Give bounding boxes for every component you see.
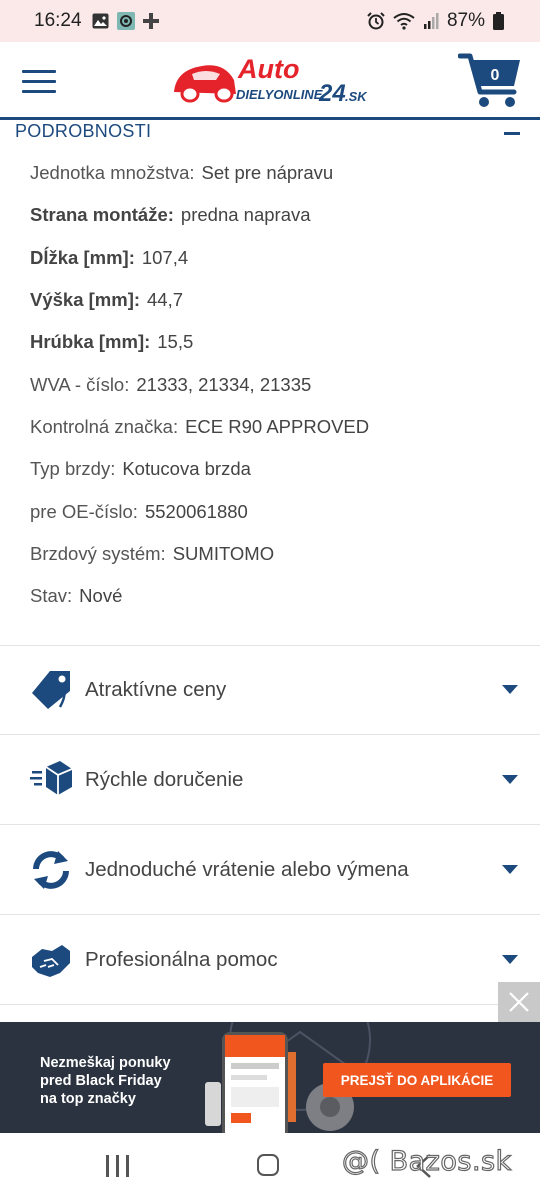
gallery-icon [92,13,109,29]
ad-banner[interactable]: Nezmeškaj ponuky pred Black Friday na to… [0,1022,540,1133]
ad-text-line: na top značky [40,1091,136,1107]
spec-value: Kotucova brzda [122,458,251,480]
spec-row: Strana montáže: predna naprava [30,194,520,236]
spec-row: pre OE-číslo: 5520061880 [30,490,520,532]
ad-cta-button[interactable]: PREJSŤ DO APLIKÁCIE [323,1063,511,1097]
spec-label: Jednotka množstva: [30,162,195,184]
notification-icons [92,12,159,30]
spec-label: Stav: [30,585,73,607]
status-bar-right: 87% [367,10,504,32]
spec-label: Strana montáže: [30,204,174,226]
feature-professional-help[interactable]: Profesionálna pomoc [0,915,540,1004]
ad-text-line: pred Black Friday [40,1073,162,1089]
spec-label: WVA - číslo: [30,373,130,395]
feature-easy-returns[interactable]: Jednoduché vrátenie alebo výmena [0,825,540,914]
spec-row: Stav: Nové [30,575,520,617]
chevron-down-icon [502,775,518,784]
logo-auto: Auto [237,54,299,84]
menu-button[interactable] [22,70,56,94]
spec-row: Dĺžka [mm]: 107,4 [30,237,520,279]
spec-value: 21333, 21334, 21335 [136,373,312,395]
spec-row: Hrúbka [mm]: 15,5 [30,321,520,363]
wifi-icon [393,13,415,30]
battery-percent: 87% [446,10,485,31]
ad-phone-image [222,1032,288,1133]
spec-value: 5520061880 [144,500,248,522]
ad-text: Nezmeškaj ponuky pred Black Friday na to… [40,1054,210,1108]
logo-dielyonline: DIELYONLINE [236,87,323,102]
screen-record-icon [116,12,135,30]
chevron-down-icon [502,955,518,964]
site-header: Auto DIELYONLINE 24 .SK 0 [0,42,540,120]
logo-24: 24 [318,80,346,107]
feature-label: Jednoduché vrátenie alebo výmena [85,857,409,881]
feature-label: Atraktívne ceny [85,677,227,701]
spec-label: pre OE-číslo: [30,500,138,522]
spec-label: Typ brzdy: [30,458,116,480]
spec-value: 15,5 [157,331,194,353]
spec-value: SUMITOMO [172,542,275,564]
spec-row: Výška [mm]: 44,7 [30,279,520,321]
spec-row: Kontrolná značka: ECE R90 APPROVED [30,406,520,448]
collapse-icon[interactable] [504,132,520,135]
recent-apps-line [126,1155,129,1177]
spec-row: Typ brzdy: Kotucova brzda [30,448,520,490]
menu-line [22,70,56,73]
details-title: PODROBNOSTI [15,121,152,141]
plus-icon [142,13,159,29]
feature-label: Profesionálna pomoc [85,947,278,971]
handshake-icon [32,944,70,977]
site-logo[interactable]: Auto DIELYONLINE 24 .SK [172,52,368,108]
spec-value: 44,7 [147,289,184,311]
spec-label: Kontrolná značka: [30,415,179,437]
spec-row: Jednotka množstva: Set pre nápravu [30,152,520,194]
spec-label: Dĺžka [mm]: [30,246,135,268]
status-bar-left: 16:24 [34,10,159,32]
menu-line [22,90,56,93]
spec-list: Jednotka množstva: Set pre nápravu Strana … [30,152,520,617]
alarm-icon [367,12,385,30]
close-icon [509,992,529,1012]
clock: 16:24 [34,10,82,31]
spec-label: Brzdový systém: [30,542,166,564]
menu-line [22,80,56,83]
watermark: @( Bazos.sk [341,1145,512,1177]
spec-row: WVA - číslo: 21333, 21334, 21335 [30,363,520,405]
chevron-down-icon [502,865,518,874]
feature-attractive-prices[interactable]: Atraktívne ceny [0,645,540,734]
signal-icon [423,13,439,29]
details-header[interactable]: PODROBNOSTI [0,120,540,150]
ad-app-screen [225,1035,285,1123]
spec-value: predna naprava [180,204,311,226]
status-bar: 16:24 87% [0,0,540,42]
spec-value: 107,4 [141,246,189,268]
spec-value: ECE R90 APPROVED [185,415,370,437]
exchange-arrows-icon [33,850,69,889]
recent-apps-line [116,1155,119,1177]
ad-text-line: Nezmeškaj ponuky [40,1055,171,1071]
recent-apps-button[interactable] [106,1155,130,1177]
spec-label: Hrúbka [mm]: [30,331,151,353]
feature-fast-delivery[interactable]: Rýchle doručenie [0,735,540,824]
price-tag-icon [32,670,70,709]
recent-apps-line [106,1155,109,1177]
chevron-down-icon [502,685,518,694]
spec-value: Set pre nápravu [201,162,334,184]
system-nav-bar: @( Bazos.sk [0,1133,540,1200]
spec-label: Výška [mm]: [30,289,141,311]
cart-count: 0 [491,67,500,84]
section-divider [0,1004,540,1005]
feature-label: Rýchle doručenie [85,767,244,791]
logo-sk: .SK [345,89,368,104]
ad-close-button[interactable] [498,982,540,1022]
battery-icon [493,12,504,30]
fast-delivery-icon [30,760,72,795]
spec-value: Nové [79,585,123,607]
cart-button[interactable]: 0 [458,52,522,110]
spec-row: Brzdový systém: SUMITOMO [30,533,520,575]
home-button[interactable] [257,1154,279,1176]
